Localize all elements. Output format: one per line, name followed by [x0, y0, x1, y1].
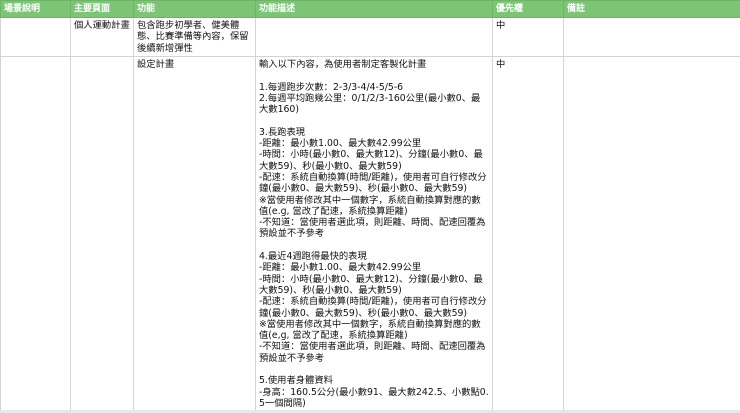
cell-page[interactable]: 個人運動計畫 — [70, 17, 134, 57]
cell-page[interactable] — [70, 55, 134, 412]
cell-scene[interactable] — [0, 17, 71, 57]
cell-feature[interactable]: 設定計畫 — [133, 55, 256, 412]
spec-table: 場景說明 主要頁面 功能 功能描述 優先權 備註 個人運動計畫 包含跑步初學者、… — [0, 0, 740, 412]
header-scene[interactable]: 場景說明 — [0, 0, 71, 18]
cell-feature[interactable]: 包含跑步初學者、健美體態、比賽準備等內容，保留後續新增彈性 — [133, 17, 256, 57]
cell-description[interactable] — [255, 17, 493, 57]
header-row: 場景說明 主要頁面 功能 功能描述 優先權 備註 — [0, 0, 740, 18]
header-note[interactable]: 備註 — [563, 0, 740, 18]
header-feature[interactable]: 功能 — [133, 0, 256, 18]
cell-description[interactable]: 輸入以下內容，為使用者制定客製化計畫 1.每週跑步次數：2-3/3-4/4-5/… — [255, 55, 493, 412]
cell-priority[interactable]: 中 — [492, 55, 564, 412]
header-description[interactable]: 功能描述 — [255, 0, 493, 18]
header-page[interactable]: 主要頁面 — [70, 0, 134, 18]
table-row: 個人運動計畫 包含跑步初學者、健美體態、比賽準備等內容，保留後續新增彈性 中 — [0, 17, 740, 57]
cell-scene[interactable] — [0, 55, 71, 412]
header-priority[interactable]: 優先權 — [492, 0, 564, 18]
cell-note[interactable] — [563, 55, 740, 412]
table-row: 設定計畫 輸入以下內容，為使用者制定客製化計畫 1.每週跑步次數：2-3/3-4… — [0, 55, 740, 412]
cell-priority[interactable]: 中 — [492, 17, 564, 57]
cell-note[interactable] — [563, 17, 740, 57]
